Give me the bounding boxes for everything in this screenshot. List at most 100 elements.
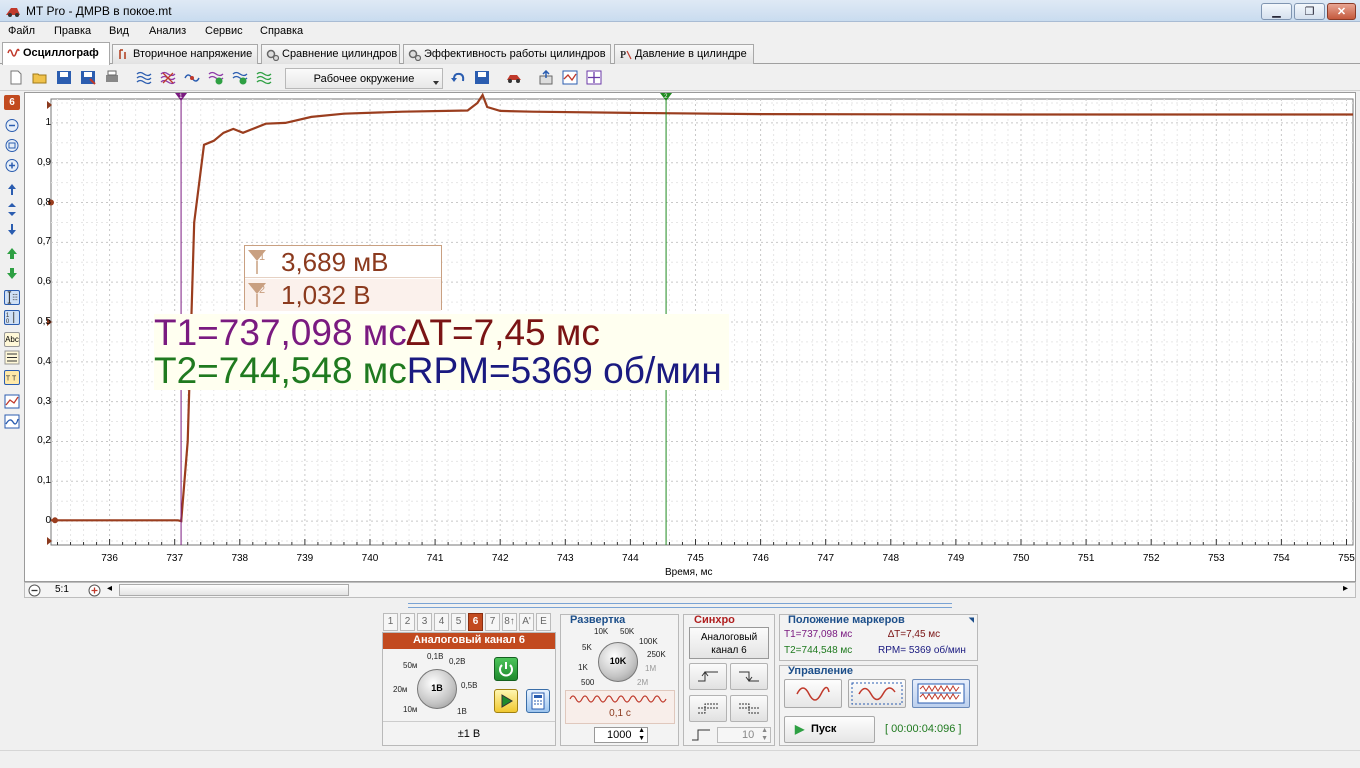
rising-edge-button[interactable] (689, 663, 727, 690)
waveform-tool-2-icon[interactable] (160, 70, 176, 85)
tab-secondary-voltage[interactable]: Вторичное напряжение (112, 44, 258, 64)
tab-oscilloscope[interactable]: Осциллограф (2, 42, 110, 65)
zoom-out-icon[interactable] (4, 118, 20, 133)
scroll-right-icon[interactable]: ▸ (1343, 583, 1348, 594)
move-up-icon[interactable] (4, 246, 20, 261)
markers-t2: T2=744,548 мс (784, 645, 853, 656)
print-icon[interactable] (104, 70, 120, 85)
continuous-mode-button[interactable] (848, 679, 906, 708)
x-tick-label: 736 (101, 553, 118, 564)
x-tick-label: 749 (947, 553, 965, 564)
expand-vertical-icon[interactable] (4, 202, 20, 217)
vertical-cursor-icon[interactable] (4, 290, 20, 305)
export-icon[interactable] (538, 70, 554, 85)
recorder-mode-button[interactable] (912, 679, 970, 708)
menu-help[interactable]: Справка (260, 25, 303, 37)
overlay-row-2: T2=744,548 мсRPM=5369 об/мин (154, 352, 729, 390)
zoom-in-icon[interactable] (4, 158, 20, 173)
chart-view-1-icon[interactable] (4, 394, 20, 409)
time-markers-icon[interactable]: TT (4, 370, 20, 385)
channel-badge[interactable]: 6 (4, 95, 20, 110)
calculator-button[interactable] (526, 689, 550, 713)
falling-edge-button[interactable] (730, 663, 768, 690)
range-selector[interactable]: ±1 В (383, 721, 555, 745)
start-button[interactable]: ▶ Пуск (784, 716, 875, 743)
spinner-icon[interactable]: ▲ ▼ (761, 727, 768, 743)
shift-up-icon[interactable] (4, 182, 20, 197)
waveform-tool-6-icon[interactable] (256, 70, 272, 85)
x-tick-label: 750 (1012, 553, 1030, 564)
move-down-icon[interactable] (4, 266, 20, 281)
sync-title: Синхро (694, 614, 735, 626)
sync-source-dropdown[interactable]: Аналоговый канал 6 (689, 627, 769, 659)
waveform-tool-5-icon[interactable] (232, 70, 248, 85)
volts-knob[interactable]: 1В (417, 669, 457, 709)
channel-tab-5[interactable]: 5 (451, 613, 466, 631)
menu-view[interactable]: Вид (109, 25, 129, 37)
spinner-icon[interactable]: ▲ ▼ (638, 727, 645, 743)
tab-cylinder-efficiency[interactable]: Эффективность работы цилиндров (403, 44, 611, 64)
save-environment-icon[interactable] (474, 70, 490, 85)
channel-tab-10[interactable]: E (536, 613, 551, 631)
zoom-out-time-icon[interactable] (28, 584, 41, 597)
channel-tab-2[interactable]: 2 (400, 613, 415, 631)
channel-tab-9[interactable]: A' (519, 613, 534, 631)
start-label: Пуск (811, 723, 837, 735)
channel-power-button[interactable] (494, 657, 518, 681)
tab-cylinder-pressure[interactable]: P Давление в цилиндре (614, 44, 754, 64)
sweep-knob[interactable]: 10K (598, 642, 638, 682)
vehicle-icon[interactable] (506, 70, 522, 85)
minimize-button[interactable]: ▁ (1261, 3, 1292, 20)
menu-service[interactable]: Сервис (205, 25, 243, 37)
sync-mode-2-button[interactable] (730, 695, 768, 722)
x-tick-label: 745 (687, 553, 704, 564)
single-mode-button[interactable] (784, 679, 842, 708)
gears-icon (266, 49, 279, 61)
knob-label: 10K (594, 627, 609, 636)
zoom-in-time-icon[interactable] (88, 584, 101, 597)
menu-analysis[interactable]: Анализ (149, 25, 186, 37)
close-button[interactable]: ✕ (1327, 3, 1356, 20)
points-input[interactable]: 1000 ▲ ▼ (594, 727, 648, 743)
measure-cursor-icon[interactable]: 10 (4, 310, 20, 325)
channel-tab-1[interactable]: 1 (383, 613, 398, 631)
waveform-tool-1-icon[interactable] (136, 70, 152, 85)
menu-edit[interactable]: Правка (54, 25, 91, 37)
undo-icon[interactable] (450, 70, 466, 85)
sync-level-input[interactable]: 10 ▲ ▼ (717, 727, 771, 743)
fit-screen-icon[interactable] (586, 70, 602, 85)
marker-list-icon[interactable] (4, 350, 20, 365)
minimize-icon: ▁ (1272, 6, 1281, 18)
channel-tab-7[interactable]: 7 (485, 613, 500, 631)
open-folder-icon[interactable] (32, 70, 48, 85)
timing-overlay: T1=737,098 мс∆T=7,45 мс T2=744,548 мсRPM… (154, 314, 729, 390)
graph-settings-icon[interactable] (562, 70, 578, 85)
waveform-tool-3-icon[interactable] (184, 70, 200, 85)
markers-expand-icon[interactable]: ◥ (969, 616, 974, 624)
text-label-button[interactable]: Abc (4, 332, 20, 347)
environment-dropdown[interactable]: Рабочее окружение (285, 68, 443, 89)
zoom-reset-icon[interactable] (4, 138, 20, 153)
oscilloscope-plot[interactable]: 1 2 0 0,1 0,2 0,3 0,4 0,5 0,6 0,7 0,8 0,9 1 736 737 7… (24, 92, 1356, 582)
shift-down-icon[interactable] (4, 222, 20, 237)
save-icon[interactable] (56, 70, 72, 85)
svg-text:1: 1 (6, 313, 10, 319)
channel-tab-4[interactable]: 4 (434, 613, 449, 631)
menu-file[interactable]: Файл (8, 25, 35, 37)
scroll-left-icon[interactable]: ◂ (107, 583, 112, 594)
tab-cylinder-compare[interactable]: Сравнение цилиндров (261, 44, 400, 64)
channel-tab-8[interactable]: 8↑ (502, 613, 517, 631)
scroll-thumb[interactable] (119, 584, 349, 596)
save-as-icon[interactable] (80, 70, 96, 85)
panel-splitter[interactable] (408, 603, 952, 608)
chart-view-2-icon[interactable] (4, 414, 20, 429)
channel-tab-3[interactable]: 3 (417, 613, 432, 631)
channel-tab-6[interactable]: 6 (468, 613, 483, 631)
restore-button[interactable]: ❐ (1294, 3, 1325, 20)
sync-mode-1-button[interactable] (689, 695, 727, 722)
new-file-icon[interactable] (8, 70, 24, 85)
knob-label: 20м (393, 685, 408, 694)
sweep-preview: 0,1 с (565, 690, 675, 724)
waveform-tool-4-icon[interactable] (208, 70, 224, 85)
channel-play-button[interactable] (494, 689, 518, 713)
